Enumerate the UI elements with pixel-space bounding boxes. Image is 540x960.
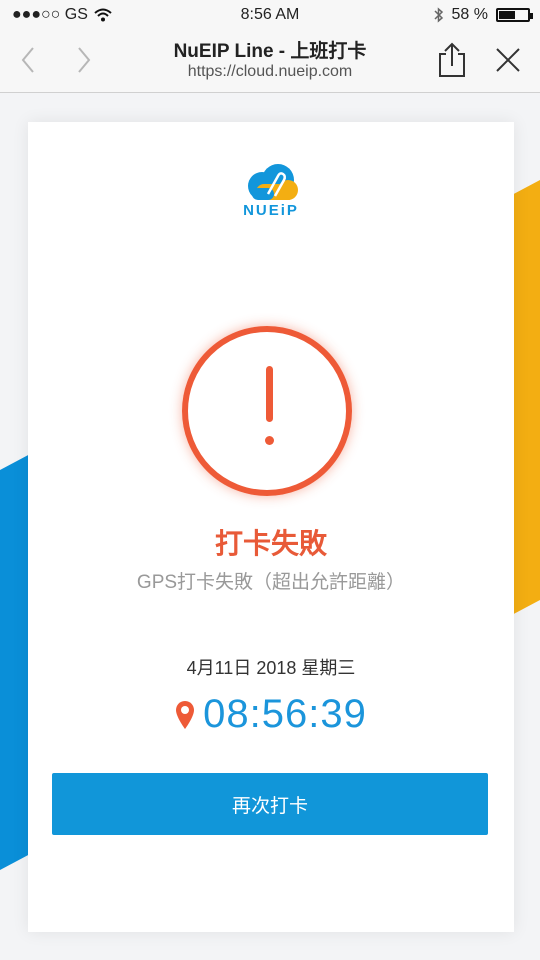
logo-wordmark: NUEiP: [28, 202, 514, 219]
battery-percent: 58 %: [451, 6, 488, 23]
status-bar: ●●●○○ GS 8:56 AM 58 %: [0, 0, 540, 30]
forward-icon: [78, 47, 91, 73]
punch-result-card: NUEiP 打卡失敗 GPS打卡失敗（超出允許距離） 4月11日 2018 星期…: [28, 122, 514, 932]
bluetooth-icon: [434, 7, 443, 23]
alert-bar: [266, 366, 273, 422]
battery-fill: [499, 11, 516, 19]
back-icon: [21, 47, 34, 73]
logo-text: NUEiP: [243, 202, 299, 219]
punch-date: 4月11日 2018 星期三: [186, 658, 356, 678]
battery-icon: [496, 8, 533, 22]
location-pin-icon: [176, 700, 195, 729]
forward-button[interactable]: [64, 40, 104, 80]
share-button[interactable]: [432, 40, 472, 80]
punch-time-row: 08:56:39: [28, 692, 514, 737]
page-title: NuEIP Line - 上班打卡: [173, 41, 367, 62]
share-icon: [439, 42, 465, 77]
result-subtitle: GPS打卡失敗（超出允許距離）: [136, 572, 406, 593]
close-icon: [496, 48, 520, 72]
alert-circle-icon: [182, 326, 352, 496]
retry-punch-button[interactable]: 再次打卡: [52, 773, 488, 835]
close-button[interactable]: [488, 40, 528, 80]
alert-dot: [265, 436, 274, 445]
back-button[interactable]: [8, 40, 48, 80]
result-title: 打卡失敗: [214, 528, 327, 559]
status-right: 58 %: [434, 6, 533, 24]
page-url: https://cloud.nueip.com: [187, 63, 353, 80]
browser-nav-bar: NuEIP Line - 上班打卡 https://cloud.nueip.co…: [0, 30, 540, 93]
punch-clock: 08:56:39: [203, 692, 367, 736]
